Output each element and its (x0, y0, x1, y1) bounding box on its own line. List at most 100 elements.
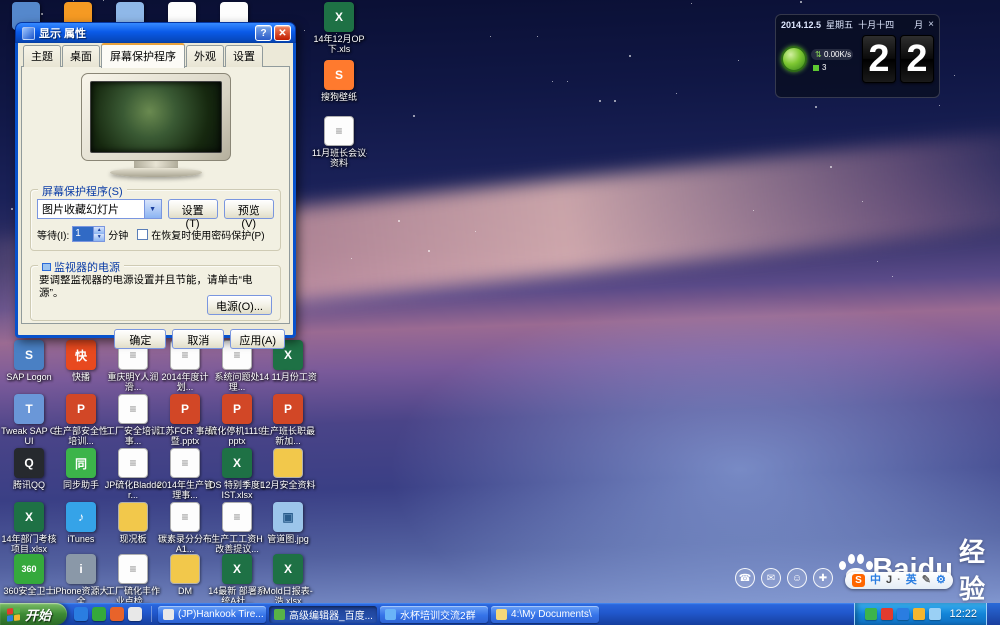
watermark-social-icon: ✉ (761, 568, 781, 588)
desktop-icon[interactable]: ≡工厂安全培训事... (104, 394, 162, 447)
network-speed: ⇅ 0.00K/s (811, 49, 853, 60)
desktop-icon[interactable]: P江苏FCR 事故暨.pptx (156, 394, 214, 447)
dialog-button-row: 确定 取消 应用(A) (21, 324, 290, 349)
watermark-social-icon: ☎ (735, 568, 755, 588)
star (939, 105, 940, 106)
password-checkbox[interactable] (137, 229, 148, 240)
desktop-icon-label: 12月安全资料 (259, 480, 317, 490)
taskbar-task-button[interactable]: 高级编辑器_百度... (269, 606, 377, 623)
cancel-button[interactable]: 取消 (172, 329, 224, 349)
quick-launch-icon[interactable] (128, 607, 142, 621)
updown-arrows-icon: ⇅ (815, 50, 822, 59)
quick-launch-icon[interactable] (92, 607, 106, 621)
desktop-icon[interactable]: S搜狗壁纸 (310, 60, 368, 102)
network-speed-ball-icon[interactable] (781, 46, 807, 72)
taskbar-task-button[interactable]: 水杯培训交流2群 (380, 606, 488, 623)
desktop-icon[interactable]: DM (156, 554, 214, 596)
desktop-icon[interactable]: ≡2014年生产管理事... (156, 448, 214, 501)
ime-language-bar[interactable]: S中J · 英 ✎ ⚙ (845, 572, 953, 589)
tray-icon[interactable] (881, 608, 893, 620)
desktop-icon-image: 360 (14, 554, 44, 584)
desktop-icon[interactable]: ≡生产工工资H改善提议... (208, 502, 266, 555)
ime-bar-item[interactable]: ✎ (922, 574, 931, 587)
tray-icon[interactable] (929, 608, 941, 620)
desktop-icon[interactable]: P硫化停机1119.pptx (208, 394, 266, 447)
widget-badge: 3 (813, 63, 853, 72)
tab-1[interactable]: 主题 (23, 45, 61, 67)
tray-icon[interactable] (897, 608, 909, 620)
tab-5[interactable]: 设置 (225, 45, 263, 67)
desktop-icon[interactable]: X14年12月OP下.xls (310, 2, 368, 55)
desktop-icon-image: X (273, 554, 303, 584)
screensaver-select[interactable]: 图片收藏幻灯片 ▼ (37, 199, 162, 219)
desktop-icon[interactable]: 360360安全卫士 (0, 554, 58, 596)
widget-close-icon[interactable]: × (928, 19, 934, 30)
ime-bar-item[interactable]: J (886, 574, 892, 587)
star (41, 13, 43, 15)
taskbar-task-button[interactable]: (JP)Hankook Tire... (158, 606, 266, 623)
tab-2[interactable]: 桌面 (62, 45, 100, 67)
desktop-icon[interactable]: XMold日报表-浩.xlsx (259, 554, 317, 607)
star (103, 0, 104, 1)
desktop-icon[interactable]: P生产班长职最新加... (259, 394, 317, 447)
desktop-icon[interactable]: iiPhone资源大全 (52, 554, 110, 607)
desktop-icon-image: i (66, 554, 96, 584)
desktop-icon[interactable]: ≡11月班长会议资料 (310, 116, 368, 169)
power-button[interactable]: 电源(O)... (207, 295, 272, 315)
tab-3[interactable]: 屏幕保护程序 (101, 43, 185, 68)
tray-icon[interactable] (865, 608, 877, 620)
desktop-icon[interactable]: 12月安全资料 (259, 448, 317, 490)
quick-launch-icon[interactable] (74, 607, 88, 621)
desktop-icon[interactable]: 同同步助手 (52, 448, 110, 490)
show-desktop-button[interactable] (986, 603, 1000, 625)
spin-down-icon[interactable]: ▼ (93, 234, 104, 241)
chevron-down-icon[interactable]: ▼ (144, 200, 161, 218)
desktop-icon-image: P (273, 394, 303, 424)
desktop-icon[interactable]: ≡JP硫化Bladder... (104, 448, 162, 501)
desktop-icon[interactable]: ▣管道图.jpg (259, 502, 317, 544)
desktop-icon[interactable]: ♪iTunes (52, 502, 110, 544)
desktop-icon[interactable]: X14年部门考核项目.xlsx (0, 502, 58, 555)
tab-4[interactable]: 外观 (186, 45, 224, 67)
desktop-icon[interactable]: ≡碳素录分分布A1... (156, 502, 214, 555)
wait-label: 等待(I): (37, 227, 69, 242)
watermark-social-icon: ☺ (787, 568, 807, 588)
settings-button[interactable]: 设置(T) (168, 199, 218, 219)
star (398, 220, 400, 222)
ok-button[interactable]: 确定 (114, 329, 166, 349)
dialog-titlebar[interactable]: 显示 属性 ? ✕ (15, 22, 296, 43)
star (475, 231, 476, 232)
desktop-icon-label: 硫化停机1119.pptx (208, 426, 266, 447)
desktop-icon[interactable]: TTweak SAP GUI (0, 394, 58, 447)
help-button[interactable]: ? (255, 25, 272, 41)
watermark-social-icons: ☎✉☺✚ (735, 568, 833, 588)
desktop-icon-label: 现况板 (104, 534, 162, 544)
desktop-icon[interactable]: X14最新 部署系统A社... (208, 554, 266, 607)
quick-launch-icon[interactable] (110, 607, 124, 621)
preview-button[interactable]: 预览(V) (224, 199, 274, 219)
wait-input[interactable]: 1 ▲ ▼ (72, 226, 105, 242)
desktop-icon[interactable]: Q腾讯QQ (0, 448, 58, 490)
ime-bar-item[interactable]: 英 (906, 574, 917, 587)
start-button[interactable]: 开始 (0, 603, 67, 625)
ime-bar-item[interactable]: · (897, 574, 901, 587)
desktop-icon[interactable]: 现况板 (104, 502, 162, 544)
ime-bar-item[interactable]: S (852, 574, 865, 587)
desktop-icon[interactable]: XDS 特别季度LIST.xlsx (208, 448, 266, 501)
ime-bar-item[interactable]: ⚙ (936, 574, 946, 587)
apply-button[interactable]: 应用(A) (230, 329, 285, 349)
task-icon (385, 609, 396, 620)
tray-icon[interactable] (913, 608, 925, 620)
taskbar-task-button[interactable]: 4:\My Documents\ (491, 606, 599, 623)
spin-up-icon[interactable]: ▲ (93, 227, 104, 234)
task-button-area: (JP)Hankook Tire...高级编辑器_百度...水杯培训交流2群4:… (154, 606, 599, 623)
desktop-icon[interactable]: P生产部安全性培训... (52, 394, 110, 447)
desktop-icon-image: ▣ (273, 502, 303, 532)
desktop-icon-label: 生产部安全性培训... (52, 426, 110, 447)
desktop-icon[interactable]: ≡工厂硫化丰作业点检... (104, 554, 162, 607)
wait-value: 1 (73, 227, 93, 241)
close-button[interactable]: ✕ (274, 25, 291, 41)
ime-bar-item[interactable]: 中 (870, 574, 881, 587)
desktop-icon-image: T (14, 394, 44, 424)
desktop-icon-image (273, 448, 303, 478)
